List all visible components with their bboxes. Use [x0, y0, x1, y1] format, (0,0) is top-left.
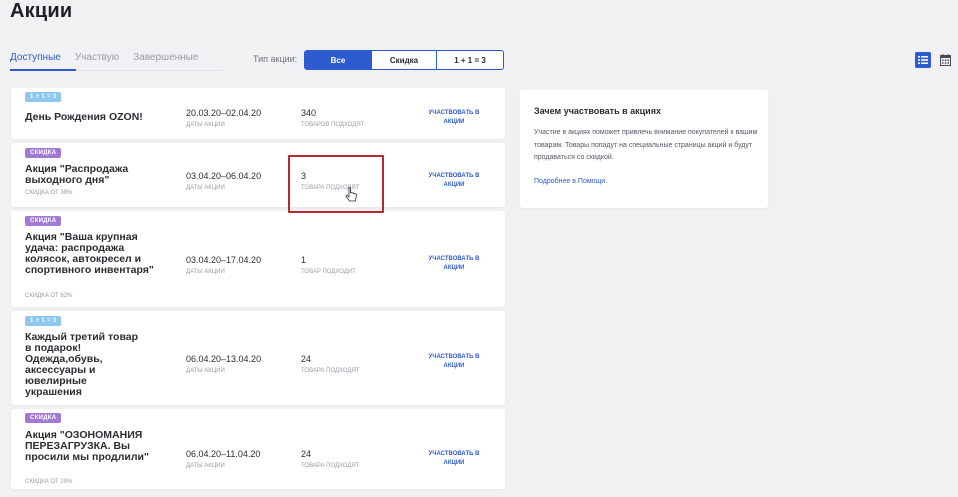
promotion-discount: СКИДКА ОТ 62% [25, 293, 73, 299]
filter-sale-button[interactable]: Скидка [371, 51, 436, 69]
filter-all-button[interactable]: Все [305, 51, 371, 69]
promotions-list: 1 + 1 = 3 День Рождения OZON! 20.03.20–0… [11, 88, 505, 493]
highlight-box [288, 155, 384, 213]
promotion-card[interactable]: 1 + 1 = 3 Каждый третий товар в подарок!… [11, 311, 505, 405]
promotion-dates: 06.04.20–13.04.20 [186, 354, 262, 364]
promotion-card[interactable]: СКИДКА Акция "Распродажа выходного дня" … [11, 143, 505, 207]
tab-participating[interactable]: Участвую [75, 52, 119, 67]
participate-link[interactable]: УЧАСТВОВАТЬ В АКЦИИ [419, 255, 489, 273]
dates-label: ДАТЫ АКЦИИ [186, 269, 225, 275]
dates-label: ДАТЫ АКЦИИ [186, 368, 225, 374]
promo-type-label: Тип акции: [253, 54, 298, 64]
list-view-icon[interactable] [915, 52, 931, 68]
info-panel: Зачем участвовать в акциях Участие в акц… [520, 90, 768, 208]
promotion-title: Акция "Распродажа выходного дня" [25, 163, 129, 186]
page-title: Акции [10, 0, 73, 22]
promotion-dates: 03.04.20–17.04.20 [186, 255, 262, 265]
promotion-title: Акция "Ваша крупная удача: распродажа ко… [25, 231, 154, 276]
products-count: 24 [301, 449, 312, 459]
promotion-discount: СКИДКА ОТ 39% [25, 190, 73, 196]
dates-label: ДАТЫ АКЦИИ [186, 122, 225, 128]
promotion-discount: СКИДКА ОТ 20% [25, 479, 73, 485]
tabs: Доступные Участвую Завершенные [10, 52, 212, 67]
help-link[interactable]: Подробнее в Помощи. [534, 178, 607, 185]
promotion-title: Акция "ОЗОНОМАНИЯ ПЕРЕЗАГРУЗКА. Вы проси… [25, 429, 149, 463]
promo-type-filter: Все Скидка 1 + 1 = 3 [304, 50, 504, 70]
promo-type-badge: СКИДКА [25, 413, 62, 423]
participate-link[interactable]: УЧАСТВОВАТЬ В АКЦИИ [419, 353, 489, 371]
promotion-title: Каждый третий товар в подарок! Одежда,об… [25, 331, 139, 398]
calendar-icon[interactable] [938, 52, 952, 68]
products-count-label: ТОВАРОВ ПОДХОДЯТ [301, 122, 365, 128]
promo-type-badge: 1 + 1 = 3 [25, 316, 62, 326]
promotion-card[interactable]: СКИДКА Акция "ОЗОНОМАНИЯ ПЕРЕЗАГРУЗКА. В… [11, 409, 505, 489]
products-count: 24 [301, 354, 312, 364]
participate-link[interactable]: УЧАСТВОВАТЬ В АКЦИИ [419, 172, 489, 190]
promotion-title: День Рождения OZON! [25, 111, 143, 123]
products-count: 340 [301, 108, 317, 118]
tab-finished[interactable]: Завершенные [133, 52, 198, 67]
promotion-dates: 06.04.20–11.04.20 [186, 449, 261, 459]
promotion-card[interactable]: 1 + 1 = 3 День Рождения OZON! 20.03.20–0… [11, 88, 505, 139]
participate-link[interactable]: УЧАСТВОВАТЬ В АКЦИИ [419, 450, 489, 468]
dates-label: ДАТЫ АКЦИИ [186, 185, 225, 191]
filter-1plus1-button[interactable]: 1 + 1 = 3 [436, 51, 503, 69]
products-count-label: ТОВАР ПОДХОДИТ [301, 269, 356, 275]
active-tab-indicator [10, 69, 76, 71]
products-count: 1 [301, 255, 307, 265]
mouse-pointer-icon [342, 185, 362, 210]
dates-label: ДАТЫ АКЦИИ [186, 463, 225, 469]
info-title: Зачем участвовать в акциях [534, 106, 661, 116]
promotion-dates: 03.04.20–06.04.20 [186, 171, 262, 181]
participate-link[interactable]: УЧАСТВОВАТЬ В АКЦИИ [419, 109, 489, 127]
products-count-label: ТОВАРА ПОДХОДЯТ [301, 463, 360, 469]
promotion-card[interactable]: СКИДКА Акция "Ваша крупная удача: распро… [11, 211, 505, 307]
promo-type-badge: СКИДКА [25, 216, 62, 226]
products-count-label: ТОВАРА ПОДХОДЯТ [301, 368, 360, 374]
info-text: Участие в акциях поможет привлечь вниман… [534, 129, 758, 161]
promotion-dates: 20.03.20–02.04.20 [186, 108, 262, 118]
promo-type-badge: СКИДКА [25, 148, 62, 158]
tab-available[interactable]: Доступные [10, 52, 61, 67]
promo-type-badge: 1 + 1 = 3 [25, 92, 62, 102]
